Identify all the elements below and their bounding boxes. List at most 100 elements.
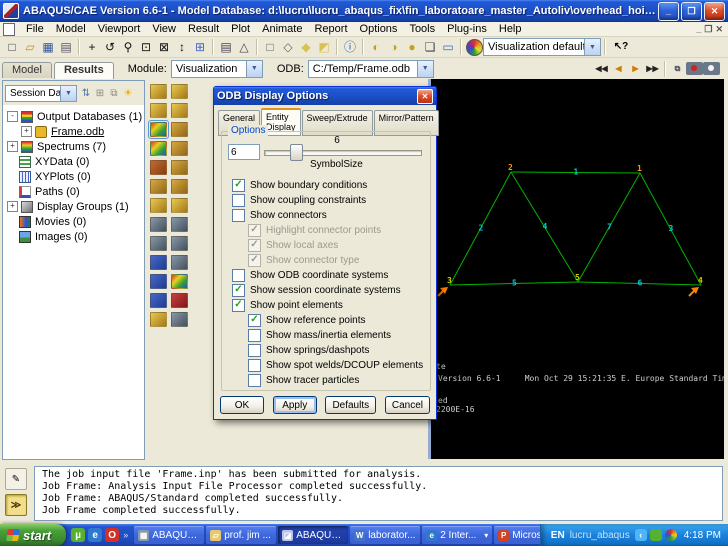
menu-view[interactable]: View [146,23,182,35]
checkbox-box[interactable] [248,374,261,387]
checkbox-show-local-axes[interactable]: ✓Show local axes [248,238,426,253]
mdi-close-button[interactable]: ✕ [715,24,723,35]
menu-model[interactable]: Model [50,23,92,35]
query-icon[interactable] [150,293,167,308]
expander-icon[interactable]: - [7,111,18,122]
symbol-options-icon[interactable] [171,160,188,175]
checkbox-box[interactable]: ✓ [248,224,261,237]
create-xy-data-icon[interactable] [150,255,167,270]
menu-file[interactable]: File [20,23,50,35]
superimpose-options-icon[interactable] [171,122,188,137]
command-line-icon[interactable]: ≫ [5,494,27,516]
copy-odb-icon[interactable] [150,198,167,213]
chevron-down-icon[interactable]: ▼ [246,61,262,77]
checkbox-show-coupling-constraints[interactable]: Show coupling constraints [232,193,426,208]
new-file-icon[interactable]: □ [3,39,21,56]
plot-deformed-icon[interactable] [171,84,188,99]
wireframe-cube-icon[interactable]: □ [261,39,279,56]
pan-icon[interactable]: + [83,39,101,56]
checkbox-box[interactable]: ✓ [232,284,245,297]
animation-options-icon[interactable]: ⧉ [669,60,686,77]
checkbox-show-springs-dashpots[interactable]: Show springs/dashpots [248,343,426,358]
ok-button[interactable]: OK [220,396,264,414]
checkbox-box[interactable] [248,344,261,357]
save-icon[interactable]: ▦ [39,39,57,56]
visualization-defaults-combo[interactable]: Visualization defaults▼ [483,38,601,56]
viewport-monitor-icon[interactable]: ▭ [439,39,457,56]
checkbox-box[interactable]: ✓ [232,299,245,312]
previous-frame-button[interactable]: ◀ [610,60,627,77]
animate-scale-factor-icon[interactable] [150,217,167,232]
expander-icon[interactable]: + [7,141,18,152]
menu-plot[interactable]: Plot [225,23,256,35]
single-plot-icon[interactable]: ● [403,39,421,56]
xy-plot-icon[interactable] [150,274,167,289]
task-folder-prof-jim[interactable]: ▱prof. jim ... [206,526,276,544]
orientation-options-icon[interactable] [171,179,188,194]
probe-values-icon[interactable] [171,293,188,308]
checkbox-show-connector-type[interactable]: ✓Show connector type [248,253,426,268]
animation-options-icon[interactable] [171,236,188,251]
close-button[interactable]: ✕ [704,2,725,21]
frame-selector-icon[interactable]: ⊞ [93,88,107,99]
material-orientation-icon[interactable] [150,179,167,194]
chevron-down-icon[interactable]: ▼ [584,39,600,55]
rotate-icon[interactable]: ↺ [101,39,119,56]
menu-options[interactable]: Options [354,23,404,35]
hiddenline-cube-icon[interactable]: ◇ [279,39,297,56]
magnify-icon[interactable]: ⚲ [119,39,137,56]
menu-help[interactable]: Help [493,23,528,35]
cancel-button[interactable]: Cancel [385,396,430,414]
checkbox-box[interactable] [232,269,245,282]
checkbox-show-session-coordinate-systems[interactable]: ✓Show session coordinate systems [232,283,426,298]
menu-result[interactable]: Result [182,23,225,35]
views-table-icon[interactable]: ⊞ [191,39,209,56]
checkbox-box[interactable]: ✓ [248,314,261,327]
checkbox-show-connectors[interactable]: Show connectors [232,208,426,223]
menu-report[interactable]: Report [308,23,353,35]
checkbox-show-odb-coordinate-systems[interactable]: Show ODB coordinate systems [232,268,426,283]
shaded-cube-icon[interactable]: ◆ [297,39,315,56]
chevron-down-icon[interactable]: ▼ [417,61,433,77]
message-area-icon[interactable]: ✎ [5,468,27,490]
task-ie-group[interactable]: e2 Inter...▾ [422,526,492,544]
plot-undeformed-icon[interactable] [150,84,167,99]
dialog-close-button[interactable]: ✕ [417,89,433,104]
record-movie-icon[interactable] [686,62,703,75]
cycle-results-icon[interactable]: ⇅ [79,88,93,99]
context-help-icon[interactable]: ↖? [609,39,633,56]
opera-icon[interactable]: O [105,528,119,542]
xy-options-icon[interactable] [171,255,188,270]
checkbox-box[interactable] [248,359,261,372]
query-info-icon[interactable]: ⓘ [341,39,359,56]
tree-item-paths-0[interactable]: Paths (0) [3,184,144,199]
minimize-button[interactable]: _ [658,2,679,21]
spectrum-manager-icon[interactable] [171,274,188,289]
common-plot-options-icon[interactable] [150,122,167,137]
symbol-size-input[interactable] [228,144,260,160]
task-word-laborator[interactable]: Wlaborator... [350,526,420,544]
next-frame-button[interactable]: ▶ [627,60,644,77]
superimpose-icon[interactable]: ◐ [367,39,385,56]
menu-tools[interactable]: Tools [403,23,441,35]
module-combo[interactable]: Visualization ▼ [171,60,263,78]
overlay-icon[interactable]: ◑ [385,39,403,56]
chevron-down-icon[interactable]: ▼ [60,86,76,101]
symbol-plot-icon[interactable] [150,160,167,175]
snapshot-camera-icon[interactable] [703,62,720,75]
view-cut-icon[interactable] [150,312,167,327]
animate-harmonic-icon[interactable] [150,236,167,251]
render-stack-icon[interactable]: ▤ [217,39,235,56]
mdi-minimize-button[interactable]: _ [696,24,701,35]
task-powerpoint[interactable]: PMicrosoft... [494,526,540,544]
checkbox-box[interactable] [232,194,245,207]
viewport-canvas[interactable]: 123456712345teVersion 6.6-1 Mon Oct 29 1… [428,79,724,459]
checkbox-show-spot-welds-dcoup-elements[interactable]: Show spot welds/DCOUP elements [248,358,426,373]
open-file-icon[interactable]: ▱ [21,39,39,56]
filled-cube-icon[interactable]: ◩ [315,39,333,56]
animate-time-history-icon[interactable] [171,217,188,232]
contour-options-icon[interactable] [171,141,188,156]
session-data-combo[interactable]: Session Data ▼ [5,85,77,102]
tab-results[interactable]: Results [54,62,114,79]
checkbox-show-boundary-conditions[interactable]: ✓Show boundary conditions [232,178,426,193]
